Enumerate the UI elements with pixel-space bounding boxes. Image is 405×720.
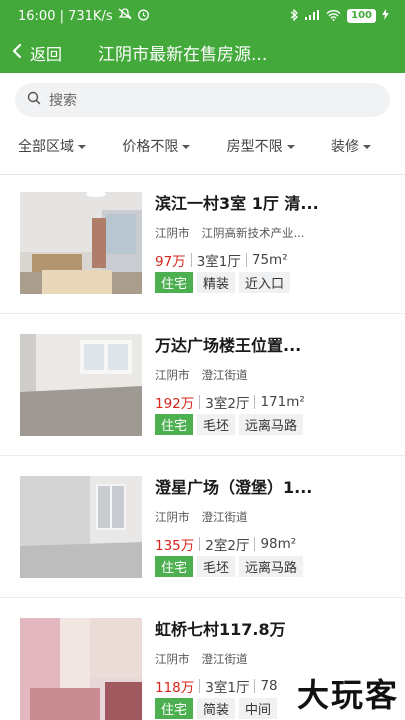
listing-layout: 3室2厅 xyxy=(205,396,250,412)
wifi-icon xyxy=(326,9,341,24)
listing-stats: 135万 2室2厅 98m² xyxy=(155,534,385,554)
listing-district: 澄江街道 xyxy=(201,652,248,666)
listing-price: 118万 xyxy=(155,680,195,696)
listing-tags: 住宅 精装 近入口 xyxy=(155,272,385,293)
tag-feature: 远离马路 xyxy=(239,414,304,435)
tag-decoration: 毛坯 xyxy=(197,414,236,435)
listing-info: 澄星广场（澄堡）1... 江阴市 澄江街道 135万 2室2厅 98m² 住宅 … xyxy=(155,476,385,597)
search-placeholder: 搜索 xyxy=(49,93,77,109)
divider xyxy=(245,253,247,267)
listing-photo xyxy=(20,334,142,436)
listing-item[interactable]: 滨江一村3室 1厅 清... 江阴市 江阴高新技术产业... 97万 3室1厅 … xyxy=(0,172,405,314)
listing-name: 虹桥七村117.8万 xyxy=(155,620,286,639)
caret-down-icon xyxy=(182,144,191,149)
listing-photo xyxy=(20,618,142,720)
listing-location: 江阴市 澄江街道 xyxy=(155,509,385,525)
search-input[interactable]: 搜索 xyxy=(15,83,390,117)
divider xyxy=(199,395,201,409)
listing-photo xyxy=(20,476,142,578)
listing-city: 江阴市 xyxy=(155,510,190,524)
back-label: 返回 xyxy=(30,44,63,64)
filter-layout[interactable]: 房型不限 xyxy=(227,136,295,156)
tag-decoration: 简装 xyxy=(197,698,236,719)
listing-area: 98m² xyxy=(260,536,297,552)
battery-icon: 100 xyxy=(347,9,376,23)
status-bar: 16:00 | 731K/s 100 xyxy=(0,0,405,32)
listing-photo xyxy=(20,192,142,294)
filter-price[interactable]: 价格不限 xyxy=(122,136,191,156)
search-area: 搜索 xyxy=(0,73,405,117)
divider xyxy=(254,537,256,551)
divider xyxy=(199,679,201,693)
tag-feature: 远离马路 xyxy=(239,556,304,577)
listing-district: 江阴高新技术产业... xyxy=(201,226,305,240)
listing-city: 江阴市 xyxy=(155,368,190,382)
tag-decoration: 毛坯 xyxy=(197,556,236,577)
watermark-logo: 大玩客 xyxy=(296,676,399,714)
caret-down-icon xyxy=(78,144,86,149)
listing-layout: 3室1厅 xyxy=(205,680,250,696)
listing-info: 万达广场楼王位置... 江阴市 澄江街道 192万 3室2厅 171m² 住宅 … xyxy=(155,334,385,455)
tag-type: 住宅 xyxy=(155,272,194,293)
tag-type: 住宅 xyxy=(155,556,194,577)
status-time: 16:00 | 731K/s xyxy=(18,8,113,24)
listing-layout: 2室2厅 xyxy=(205,538,250,554)
listing-price: 192万 xyxy=(155,396,195,412)
filter-label: 全部区域 xyxy=(18,138,74,155)
listing-stats: 97万 3室1厅 75m² xyxy=(155,250,385,270)
listing-area: 75m² xyxy=(251,252,288,268)
listing-stats: 192万 3室2厅 171m² xyxy=(155,392,385,412)
back-button[interactable]: 返回 xyxy=(12,41,62,65)
tag-type: 住宅 xyxy=(155,414,194,435)
page-title: 江阴市最新在售房源... xyxy=(98,45,268,65)
listing-item[interactable]: 万达广场楼王位置... 江阴市 澄江街道 192万 3室2厅 171m² 住宅 … xyxy=(0,314,405,456)
listing-city: 江阴市 xyxy=(155,652,190,666)
tag-feature: 中间 xyxy=(239,698,278,719)
listing-price: 97万 xyxy=(155,254,186,270)
divider xyxy=(199,537,201,551)
search-icon xyxy=(27,91,41,109)
caret-down-icon xyxy=(286,144,295,149)
listing-item[interactable]: 澄星广场（澄堡）1... 江阴市 澄江街道 135万 2室2厅 98m² 住宅 … xyxy=(0,456,405,598)
bluetooth-icon xyxy=(290,8,299,24)
mute-icon xyxy=(118,8,132,24)
filter-label: 房型不限 xyxy=(226,138,283,155)
listing-name: 澄星广场（澄堡）1... xyxy=(155,478,313,497)
listing-list: 滨江一村3室 1厅 清... 江阴市 江阴高新技术产业... 97万 3室1厅 … xyxy=(0,172,405,720)
top-bar: 16:00 | 731K/s 100 返回 江阴市最新在售房源... xyxy=(0,0,405,73)
listing-area: 78 xyxy=(260,678,278,694)
listing-district: 澄江街道 xyxy=(201,510,248,524)
divider xyxy=(254,395,256,409)
listing-city: 江阴市 xyxy=(155,226,190,240)
charging-icon xyxy=(382,9,389,23)
nav-bar: 返回 江阴市最新在售房源... xyxy=(0,32,405,73)
signal-icon xyxy=(304,9,320,24)
filter-decoration[interactable]: 装修 xyxy=(331,136,371,156)
tag-feature: 近入口 xyxy=(239,272,291,293)
listing-location: 江阴市 澄江街道 xyxy=(155,367,385,383)
divider xyxy=(254,679,256,693)
tag-type: 住宅 xyxy=(155,698,194,719)
listing-tags: 住宅 毛坯 远离马路 xyxy=(155,414,385,435)
filter-region[interactable]: 全部区域 xyxy=(18,136,86,156)
filter-label: 装修 xyxy=(330,138,359,155)
listing-district: 澄江街道 xyxy=(201,368,248,382)
divider xyxy=(190,253,192,267)
listing-location: 江阴市 江阴高新技术产业... xyxy=(155,225,385,241)
listing-price: 135万 xyxy=(155,538,195,554)
chevron-left-icon xyxy=(12,43,22,63)
filter-bar: 全部区域 价格不限 房型不限 装修 xyxy=(0,117,405,175)
listing-name: 万达广场楼王位置... xyxy=(155,336,302,355)
caret-down-icon xyxy=(362,144,371,149)
listing-area: 171m² xyxy=(260,394,305,410)
listing-layout: 3室1厅 xyxy=(196,254,241,270)
listing-location: 江阴市 澄江街道 xyxy=(155,651,385,667)
alarm-icon xyxy=(137,8,150,25)
listing-tags: 住宅 毛坯 远离马路 xyxy=(155,556,385,577)
listing-info: 滨江一村3室 1厅 清... 江阴市 江阴高新技术产业... 97万 3室1厅 … xyxy=(155,192,385,313)
filter-label: 价格不限 xyxy=(122,138,179,155)
listing-name: 滨江一村3室 1厅 清... xyxy=(155,194,319,213)
tag-decoration: 精装 xyxy=(197,272,236,293)
